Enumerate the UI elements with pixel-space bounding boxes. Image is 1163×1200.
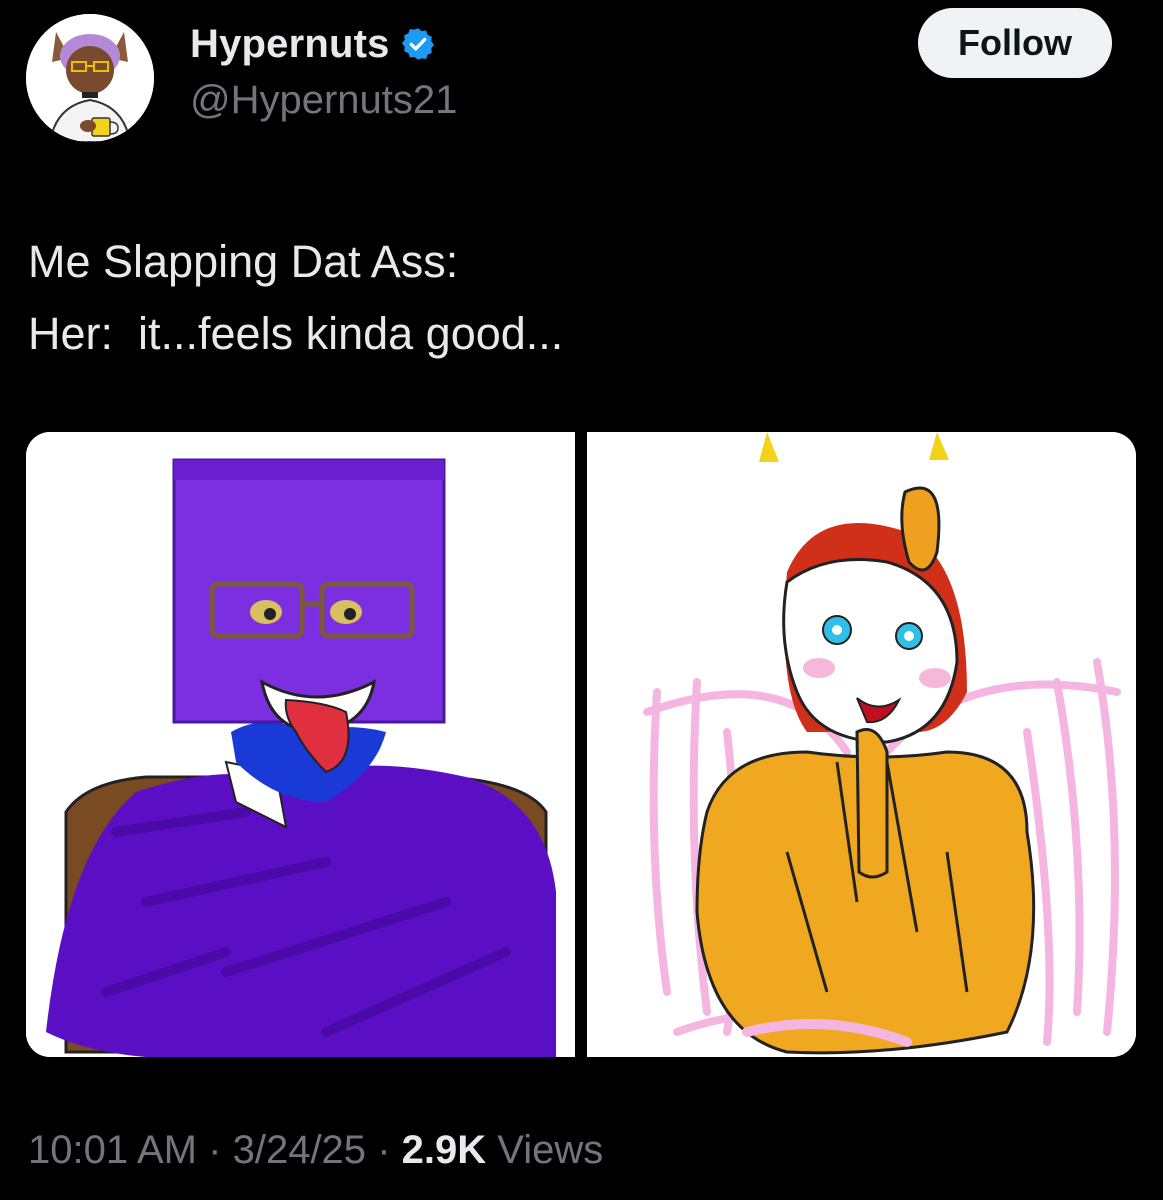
media-image-left[interactable] xyxy=(26,432,575,1057)
tweet-media xyxy=(26,432,1136,1057)
media-image-right[interactable] xyxy=(587,432,1136,1057)
meta-separator: · xyxy=(377,1128,391,1172)
verified-badge-icon xyxy=(400,26,436,62)
author-avatar[interactable] xyxy=(26,14,154,142)
purple-scribbled-man-image xyxy=(26,432,575,1057)
tweet-meta: 10:01 AM · 3/24/25 · 2.9K Views xyxy=(28,1128,603,1173)
views-count[interactable]: 2.9K xyxy=(402,1128,487,1172)
tweet-time[interactable]: 10:01 AM xyxy=(28,1128,197,1172)
follow-button[interactable]: Follow xyxy=(918,8,1112,78)
views-label: Views xyxy=(497,1128,604,1172)
tweet-text-line: Her: it...feels kinda good... xyxy=(28,308,564,359)
tweet-date[interactable]: 3/24/25 xyxy=(233,1128,366,1172)
author-display-name[interactable]: Hypernuts xyxy=(190,22,390,67)
tweet-text: Me Slapping Dat Ass: Her: it...feels kin… xyxy=(28,226,1128,370)
author-handle[interactable]: @Hypernuts21 xyxy=(190,78,457,123)
tweet-text-line: Me Slapping Dat Ass: xyxy=(28,236,459,287)
orange-scribbled-character-image xyxy=(587,432,1136,1057)
author-name-row[interactable]: Hypernuts xyxy=(190,18,436,70)
meta-separator: · xyxy=(208,1128,222,1172)
avatar-image xyxy=(26,14,154,142)
